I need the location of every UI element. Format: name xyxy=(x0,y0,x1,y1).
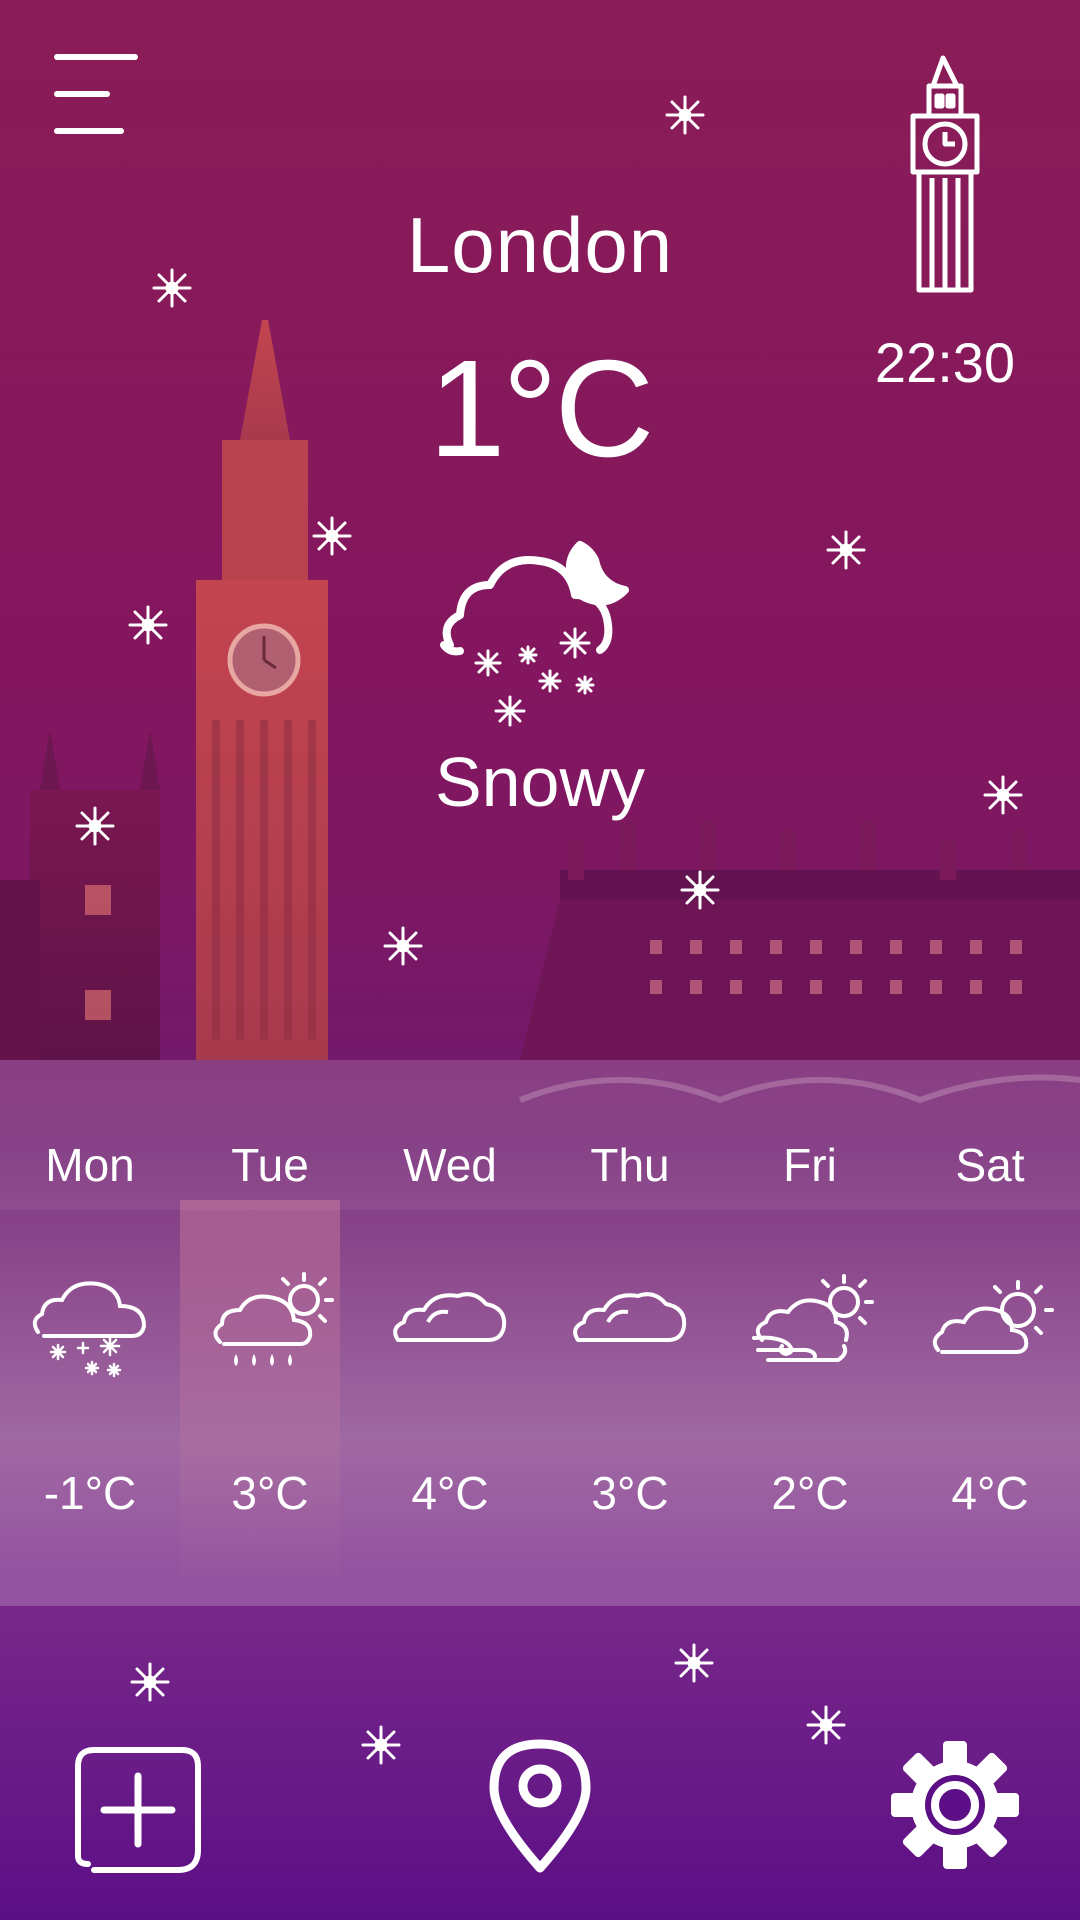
day-temperature: 2°C xyxy=(771,1467,849,1519)
forecast-day-thu[interactable]: Thu 3°C xyxy=(540,1060,720,1606)
location-button[interactable] xyxy=(488,1738,592,1874)
day-name: Thu xyxy=(590,1139,670,1191)
day-name: Mon xyxy=(45,1139,135,1191)
day-temperature: 4°C xyxy=(411,1467,489,1519)
forecast-day-tue[interactable]: Tue 3°C xyxy=(180,1060,360,1606)
building-silhouette xyxy=(520,820,1080,1060)
forecast-day-fri[interactable]: Fri 2°C xyxy=(720,1060,900,1606)
add-location-icon xyxy=(75,1747,201,1873)
day-temperature: 4°C xyxy=(951,1467,1029,1519)
cloud-snow-icon xyxy=(32,1281,147,1378)
local-time: 22:30 xyxy=(874,331,1016,394)
forecast-day-wed[interactable]: Wed 4°C xyxy=(360,1060,540,1606)
day-temperature: 3°C xyxy=(591,1467,669,1519)
day-temperature: -1°C xyxy=(43,1467,137,1519)
gear-icon xyxy=(891,1741,1019,1869)
day-name: Wed xyxy=(403,1139,497,1191)
weather-condition: Snowy xyxy=(434,743,646,821)
map-pin-icon xyxy=(489,1739,591,1873)
cloud-rain-sun-icon xyxy=(213,1272,334,1366)
big-ben-clock-tower-icon xyxy=(910,55,980,293)
day-temperature: 3°C xyxy=(231,1467,309,1519)
day-name: Sat xyxy=(955,1139,1025,1191)
settings-button[interactable] xyxy=(890,1740,1020,1870)
day-name: Tue xyxy=(231,1139,309,1191)
add-location-button[interactable] xyxy=(74,1746,202,1874)
cloud-sun-icon xyxy=(932,1280,1054,1354)
forecast-day-mon[interactable]: Mon -1°C xyxy=(0,1060,180,1606)
cloud-wind-sun-icon xyxy=(752,1274,874,1362)
cloud-moon-snow-icon xyxy=(440,541,629,727)
forecast-panel: Mon -1°C Tue 3°C Wed 4°C Thu 3°C Fri 2°C… xyxy=(0,1060,1080,1606)
hamburger-menu-icon[interactable] xyxy=(54,54,138,134)
cloud-icon xyxy=(573,1292,687,1342)
day-name: Fri xyxy=(783,1139,837,1191)
cloud-icon xyxy=(393,1292,507,1342)
forecast-day-sat[interactable]: Sat 4°C xyxy=(900,1060,1080,1606)
